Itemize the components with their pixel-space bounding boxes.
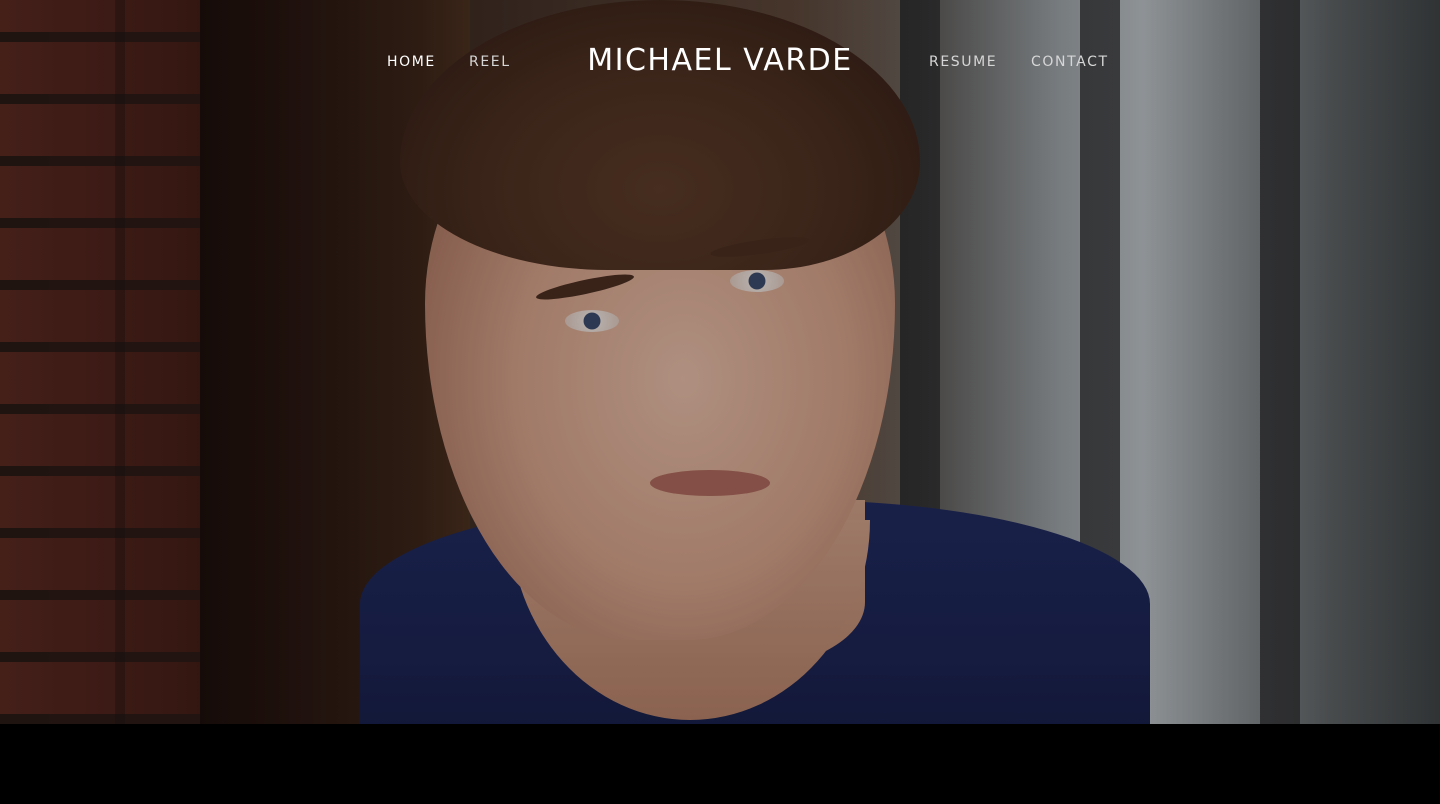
nav-link-resume[interactable]: RESUME: [929, 53, 997, 71]
nav-link-contact[interactable]: CONTACT: [1031, 53, 1109, 71]
nav-link-reel[interactable]: REEL: [469, 53, 511, 71]
site-title[interactable]: MICHAEL VARDE: [587, 43, 853, 78]
nav-link-home[interactable]: HOME: [387, 53, 436, 71]
site-title-wrapper: MICHAEL VARDE: [0, 42, 1440, 80]
page: HOME REEL MICHAEL VARDE RESUME CONTACT: [0, 0, 1440, 804]
main-navigation: HOME REEL MICHAEL VARDE RESUME CONTACT: [0, 0, 1440, 124]
page-bottom-band: [0, 724, 1440, 804]
